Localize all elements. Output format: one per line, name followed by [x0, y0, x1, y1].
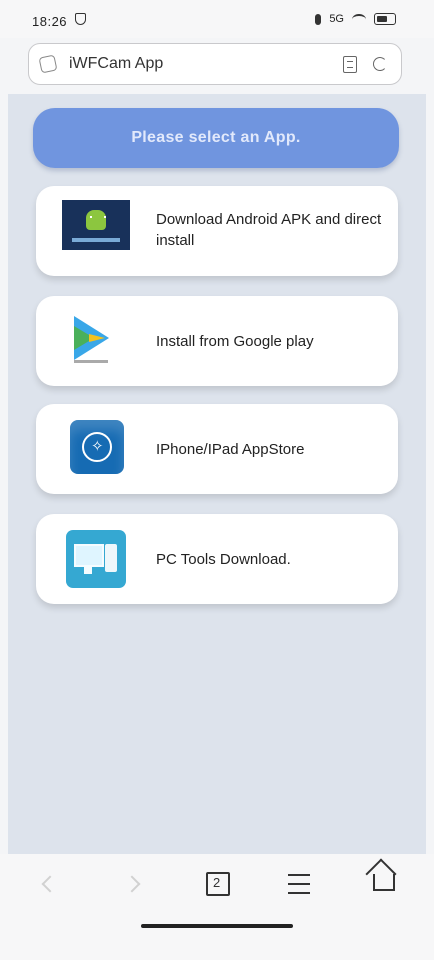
menu-icon[interactable]	[288, 874, 310, 894]
page-title: iWFCam App	[69, 55, 164, 72]
pc-tools-label: PC Tools Download.	[156, 551, 291, 568]
android-robot-icon	[86, 210, 106, 230]
home-icon[interactable]	[373, 874, 395, 891]
status-icons: 5G	[315, 13, 396, 25]
app-selection-page: Please select an App. Download Android A…	[8, 94, 426, 854]
forward-icon[interactable]	[123, 875, 141, 893]
wifi-icon	[352, 13, 366, 25]
back-icon[interactable]	[41, 875, 59, 893]
android-robot-face	[90, 216, 106, 218]
monitor-icon	[74, 544, 104, 567]
address-bar[interactable]: iWFCam App	[28, 43, 402, 85]
battery-icon	[374, 13, 396, 25]
google-play-label: Install from Google play	[156, 333, 314, 350]
android-apk-option[interactable]: Download Android APK and direct install	[36, 186, 398, 276]
google-play-option[interactable]: Install from Google play	[36, 296, 398, 386]
appstore-option[interactable]: IPhone/IPad AppStore	[36, 404, 398, 494]
appstore-icon	[70, 420, 124, 474]
site-icon[interactable]	[38, 54, 58, 74]
pc-tools-icon	[66, 530, 126, 588]
status-bar: 18:26 5G	[0, 0, 434, 38]
computer-tower-icon	[105, 544, 117, 572]
android-caption-mark	[72, 238, 120, 242]
select-app-banner: Please select an App.	[33, 108, 399, 168]
pc-tools-option[interactable]: PC Tools Download.	[36, 514, 398, 604]
appstore-symbol-icon	[82, 432, 112, 462]
alarm-icon	[315, 13, 322, 25]
refresh-icon[interactable]	[373, 57, 387, 71]
google-play-caption-mark	[74, 360, 108, 363]
reader-mode-icon[interactable]	[343, 56, 357, 73]
status-time: 18:26	[32, 14, 68, 29]
network-label: 5G	[329, 13, 344, 25]
shield-icon	[75, 13, 86, 25]
tabs-button[interactable]	[206, 872, 230, 896]
appstore-label: IPhone/IPad AppStore	[156, 441, 305, 458]
browser-navigation	[0, 854, 434, 960]
google-play-icon	[74, 316, 109, 360]
android-apk-label: Download Android APK and direct install	[156, 211, 382, 249]
gesture-bar	[141, 924, 293, 928]
android-apk-icon	[62, 200, 130, 250]
monitor-stand-icon	[84, 567, 92, 574]
